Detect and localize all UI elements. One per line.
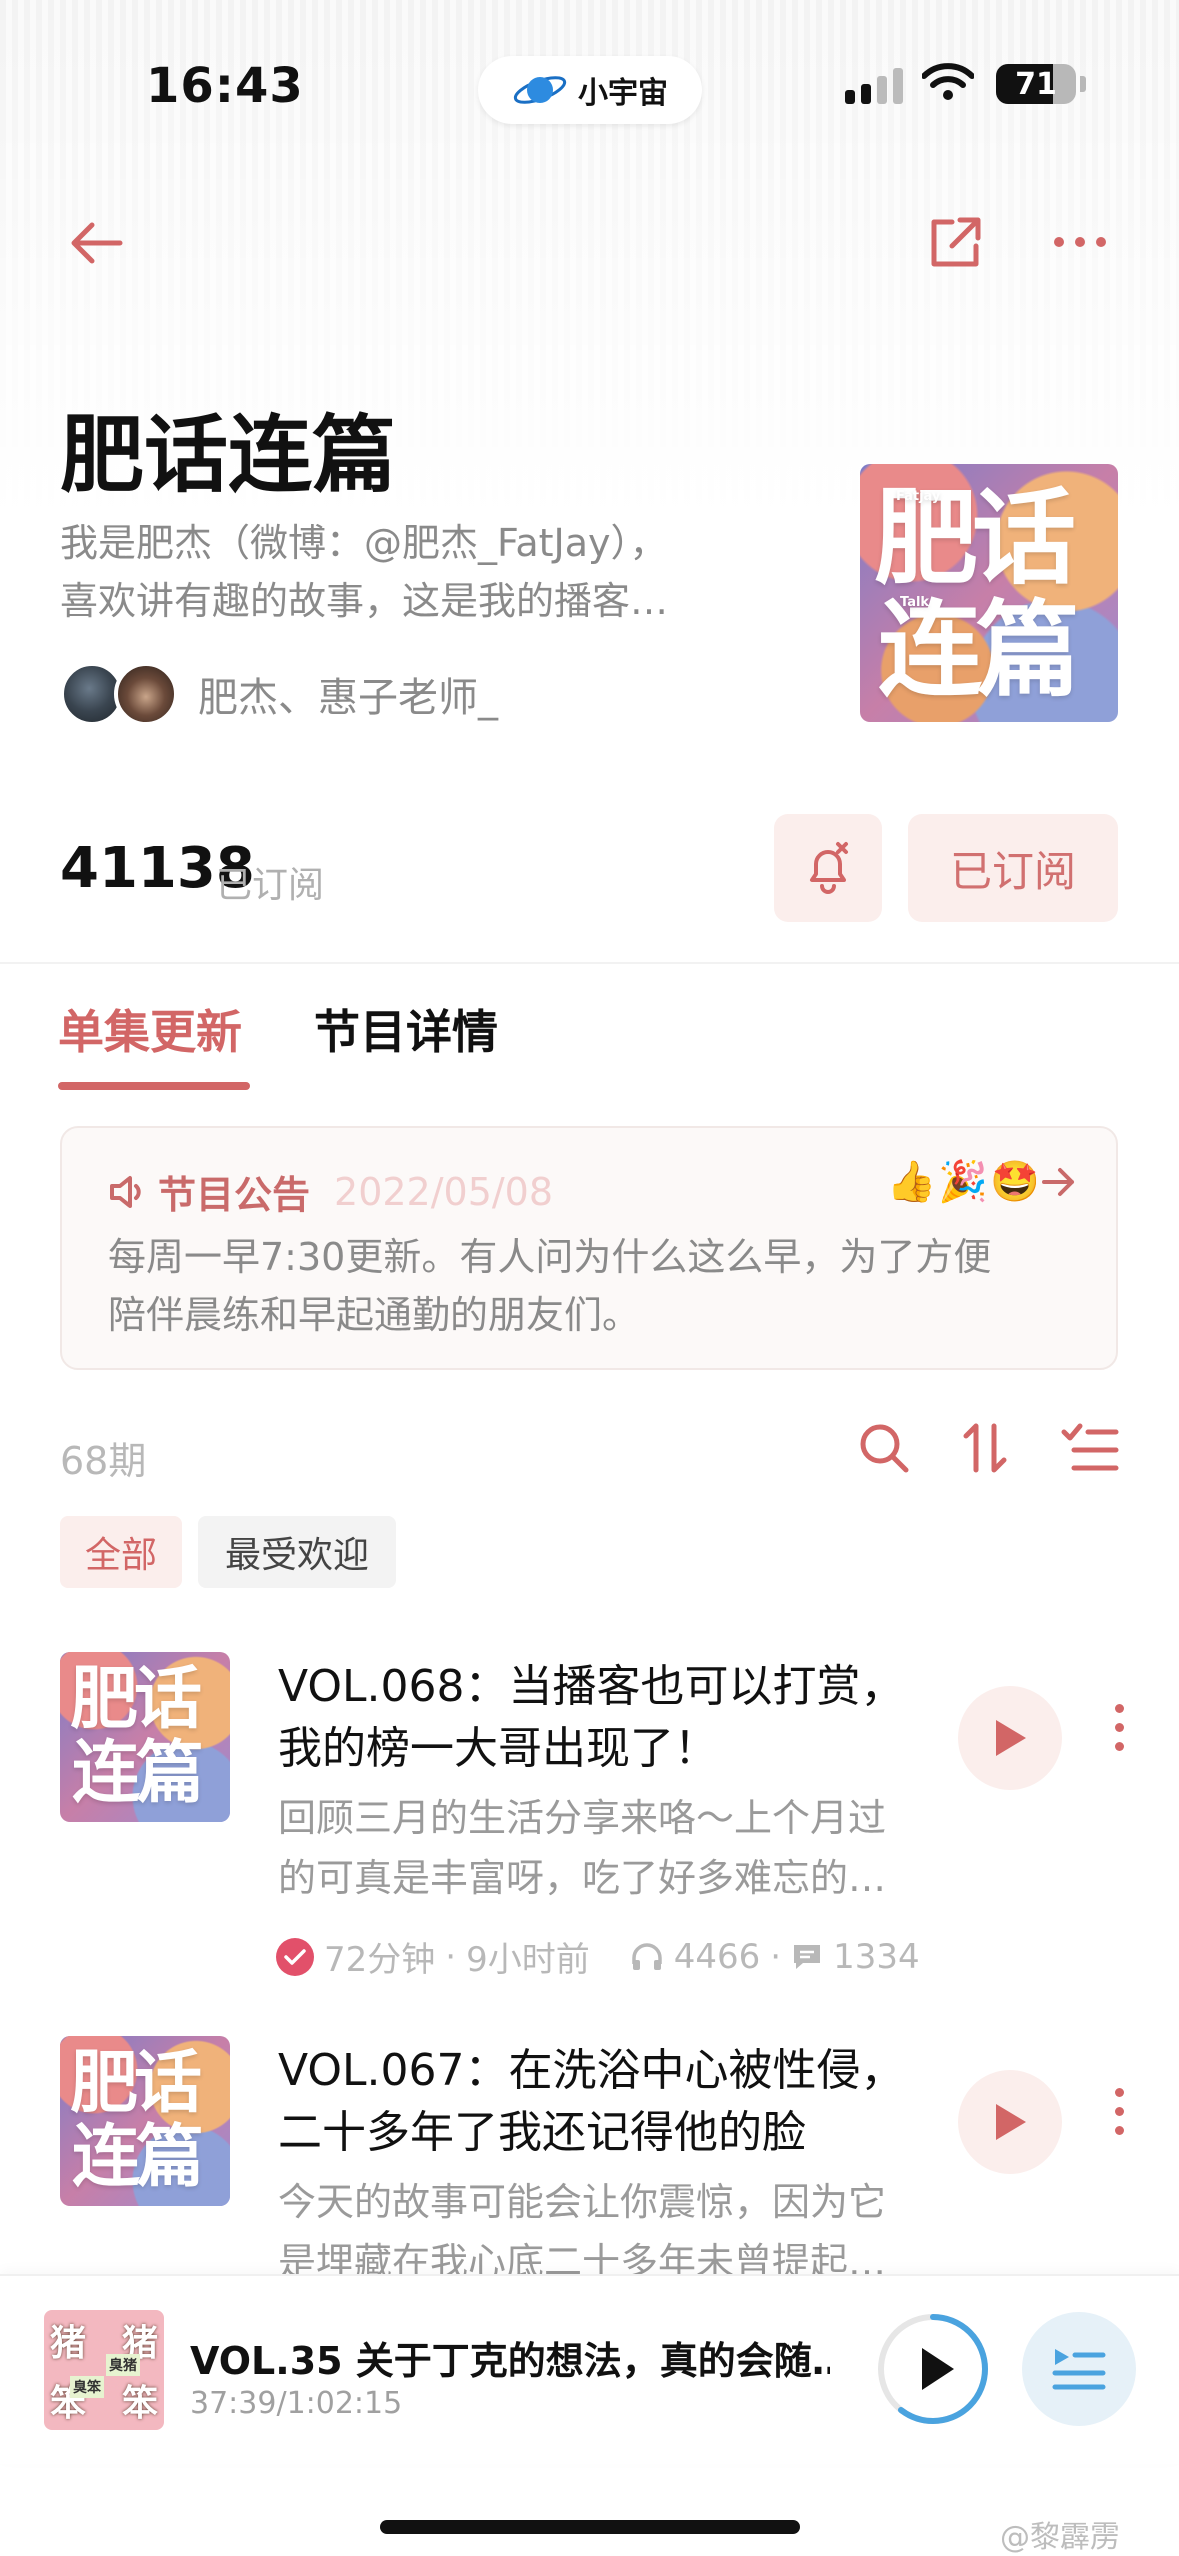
subscriber-label: 已订阅 [216, 865, 325, 906]
sort-icon[interactable] [958, 1420, 1014, 1476]
filter-list-icon[interactable] [1060, 1420, 1120, 1476]
announcement-line-1: 每周一早7:30更新。有人问为什么这么早，为了方便 [108, 1235, 992, 1279]
filter-chip-all[interactable]: 全部 [60, 1516, 182, 1588]
battery-cap [1080, 76, 1086, 92]
app-pill-label: 小宇宙 [578, 76, 668, 111]
episode-title: VOL.068：当播客也可以打赏， 我的榜一大哥出现了！ [278, 1656, 918, 1780]
play-icon [996, 2104, 1026, 2140]
episode-desc-line-1: 今天的故事可能会让你震惊，因为它 [278, 2180, 887, 2224]
played-check-icon [276, 1937, 314, 1976]
episode-title: VOL.067：在洗浴中心被性侵， 二十多年了我还记得他的脸 [278, 2040, 918, 2164]
mini-player[interactable]: 猪 猪 笨 笨 臭猪 臭笨 VOL.35 关于丁克的想法，真的会随… 37:39… [0, 2274, 1179, 2464]
mini-cover-tag-1: 臭猪 [106, 2354, 140, 2376]
battery-level: 71 [1015, 66, 1057, 102]
mini-player-play-button[interactable] [876, 2312, 990, 2426]
mini-player-cover: 猪 猪 笨 笨 臭猪 臭笨 [44, 2310, 164, 2430]
episode-play-button[interactable] [958, 2070, 1062, 2174]
episode-item[interactable]: 肥话 连篇 VOL.067：在洗浴中心被性侵， 二十多年了我还记得他的脸 今天的… [0, 2036, 1179, 2284]
meta-separator: · [770, 1936, 782, 1977]
bell-slash-icon [810, 842, 848, 894]
hosts-row[interactable]: 肥杰、惠子老师_ [60, 662, 498, 726]
back-button[interactable] [60, 210, 132, 276]
episode-more-button[interactable] [1104, 2088, 1134, 2135]
episode-title-line-1: VOL.068：当播客也可以打赏， [278, 1661, 905, 1712]
host-avatar-2 [114, 662, 178, 726]
status-time: 16:43 [146, 58, 304, 114]
announcement-title: 节目公告 [158, 1173, 311, 1217]
arrow-right-icon[interactable] [1040, 1164, 1078, 1200]
tab-episodes[interactable]: 单集更新 [58, 996, 242, 1062]
cover-small-text-2: Talk [900, 595, 930, 610]
cover-small-text-1: Fatjay [896, 489, 941, 504]
speaker-icon [110, 1175, 141, 1208]
share-icon [931, 217, 981, 267]
episode-cover-text-bottom: 连篇 [72, 1734, 204, 1813]
episode-published: 9小时前 [466, 1940, 590, 1980]
episode-cover: 肥话 连篇 [60, 2036, 230, 2206]
announcement-header: 节目公告 2022/05/08 [108, 1164, 553, 1219]
episode-count: 68期 [60, 1439, 147, 1483]
wifi-icon [922, 63, 974, 100]
progress-ring-icon [878, 2314, 988, 2424]
home-indicator [380, 2520, 800, 2534]
episode-more-button[interactable] [1104, 1704, 1134, 1751]
watermark: @黎霹雳 [1000, 2520, 1120, 2555]
podcast-title: 肥话连篇 [60, 406, 397, 504]
host-names: 肥杰、惠子老师_ [198, 675, 498, 721]
back-arrow-icon [71, 222, 123, 264]
play-icon [996, 1720, 1026, 1756]
mini-player-title: VOL.35 关于丁克的想法，真的会随… [190, 2339, 830, 2383]
share-button[interactable] [920, 206, 992, 278]
mini-cover-text-4: 笨 [121, 2383, 158, 2424]
episode-play-button[interactable] [958, 1686, 1062, 1790]
episode-item[interactable]: 肥话 连篇 VOL.068：当播客也可以打赏， 我的榜一大哥出现了！ 回顾三月的… [0, 1652, 1179, 1992]
episode-plays: 4466 [673, 1936, 761, 1977]
episode-meta: 72分钟 · 9小时前 4466 · 1334 [276, 1932, 920, 1981]
meta-separator: · [445, 1936, 457, 1977]
app-pill[interactable]: 小宇宙 [478, 56, 702, 124]
description-line-2: 喜欢讲有趣的故事，这是我的播客… [60, 579, 669, 623]
headphones-icon [631, 1942, 662, 1970]
announcement-date: 2022/05/08 [334, 1169, 554, 1214]
tab-details[interactable]: 节目详情 [314, 996, 498, 1062]
mini-cover-text-1: 猪 [50, 2323, 87, 2364]
cellular-icon [845, 68, 903, 104]
episode-title-line-2: 我的榜一大哥出现了！ [278, 1723, 718, 1774]
episode-title-line-1: VOL.067：在洗浴中心被性侵， [278, 2045, 905, 2096]
battery-indicator: 71 [996, 64, 1076, 104]
episode-duration: 72分钟 [324, 1940, 436, 1980]
more-menu-button[interactable] [1048, 216, 1112, 268]
playlist-icon [1052, 2349, 1106, 2390]
episode-cover-text-top: 肥话 [70, 1660, 202, 1739]
episode-desc-line-2: 的可真是丰富呀，吃了好多难忘的… [278, 1856, 887, 1900]
episode-comments: 1334 [833, 1936, 920, 1977]
podcast-description[interactable]: 我是肥杰（微博：@肥杰_FatJay）， 喜欢讲有趣的故事，这是我的播客… [60, 514, 760, 630]
section-divider [0, 962, 1179, 964]
notification-bell-button[interactable] [774, 814, 882, 922]
episode-cover: 肥话 连篇 [60, 1652, 230, 1822]
episode-cover-text-bottom: 连篇 [72, 2118, 204, 2197]
description-line-1: 我是肥杰（微博：@肥杰_FatJay）， [60, 521, 668, 565]
subscribed-button[interactable]: 已订阅 [908, 814, 1118, 922]
episode-title-line-2: 二十多年了我还记得他的脸 [278, 2107, 806, 2158]
episode-desc-line-1: 回顾三月的生活分享来咯～上个月过 [278, 1796, 887, 1840]
search-icon[interactable] [856, 1420, 912, 1476]
playlist-button[interactable] [1022, 2312, 1136, 2426]
mini-cover-tag-2: 臭笨 [70, 2376, 104, 2398]
podcast-page: 16:43 小宇宙 71 肥话连篇 我是肥杰（微博：@肥杰_FatJay）， 喜… [0, 0, 1179, 2556]
filter-chip-popular[interactable]: 最受欢迎 [198, 1516, 396, 1588]
announcement-line-2: 陪伴晨练和早起通勤的朋友们。 [108, 1293, 641, 1337]
planet-icon [513, 76, 567, 104]
more-dots-icon [1054, 237, 1106, 247]
cover-text-bottom: 连篇 [878, 589, 1080, 711]
episode-description: 回顾三月的生活分享来咯～上个月过 的可真是丰富呀，吃了好多难忘的… [278, 1788, 918, 1908]
podcast-cover[interactable]: 肥话 连篇 Fatjay Talk [860, 464, 1118, 722]
episode-cover-text-top: 肥话 [70, 2044, 202, 2123]
mini-player-time: 37:39/1:02:15 [190, 2386, 403, 2421]
comment-icon [794, 1944, 821, 1969]
announcement-card[interactable]: 节目公告 2022/05/08 👍🎉🤩 每周一早7:30更新。有人问为什么这么早… [60, 1126, 1118, 1370]
tab-active-indicator [58, 1082, 250, 1090]
announcement-emoji: 👍🎉🤩 [886, 1159, 1042, 1205]
announcement-body: 每周一早7:30更新。有人问为什么这么早，为了方便 陪伴晨练和早起通勤的朋友们。 [108, 1228, 1088, 1344]
